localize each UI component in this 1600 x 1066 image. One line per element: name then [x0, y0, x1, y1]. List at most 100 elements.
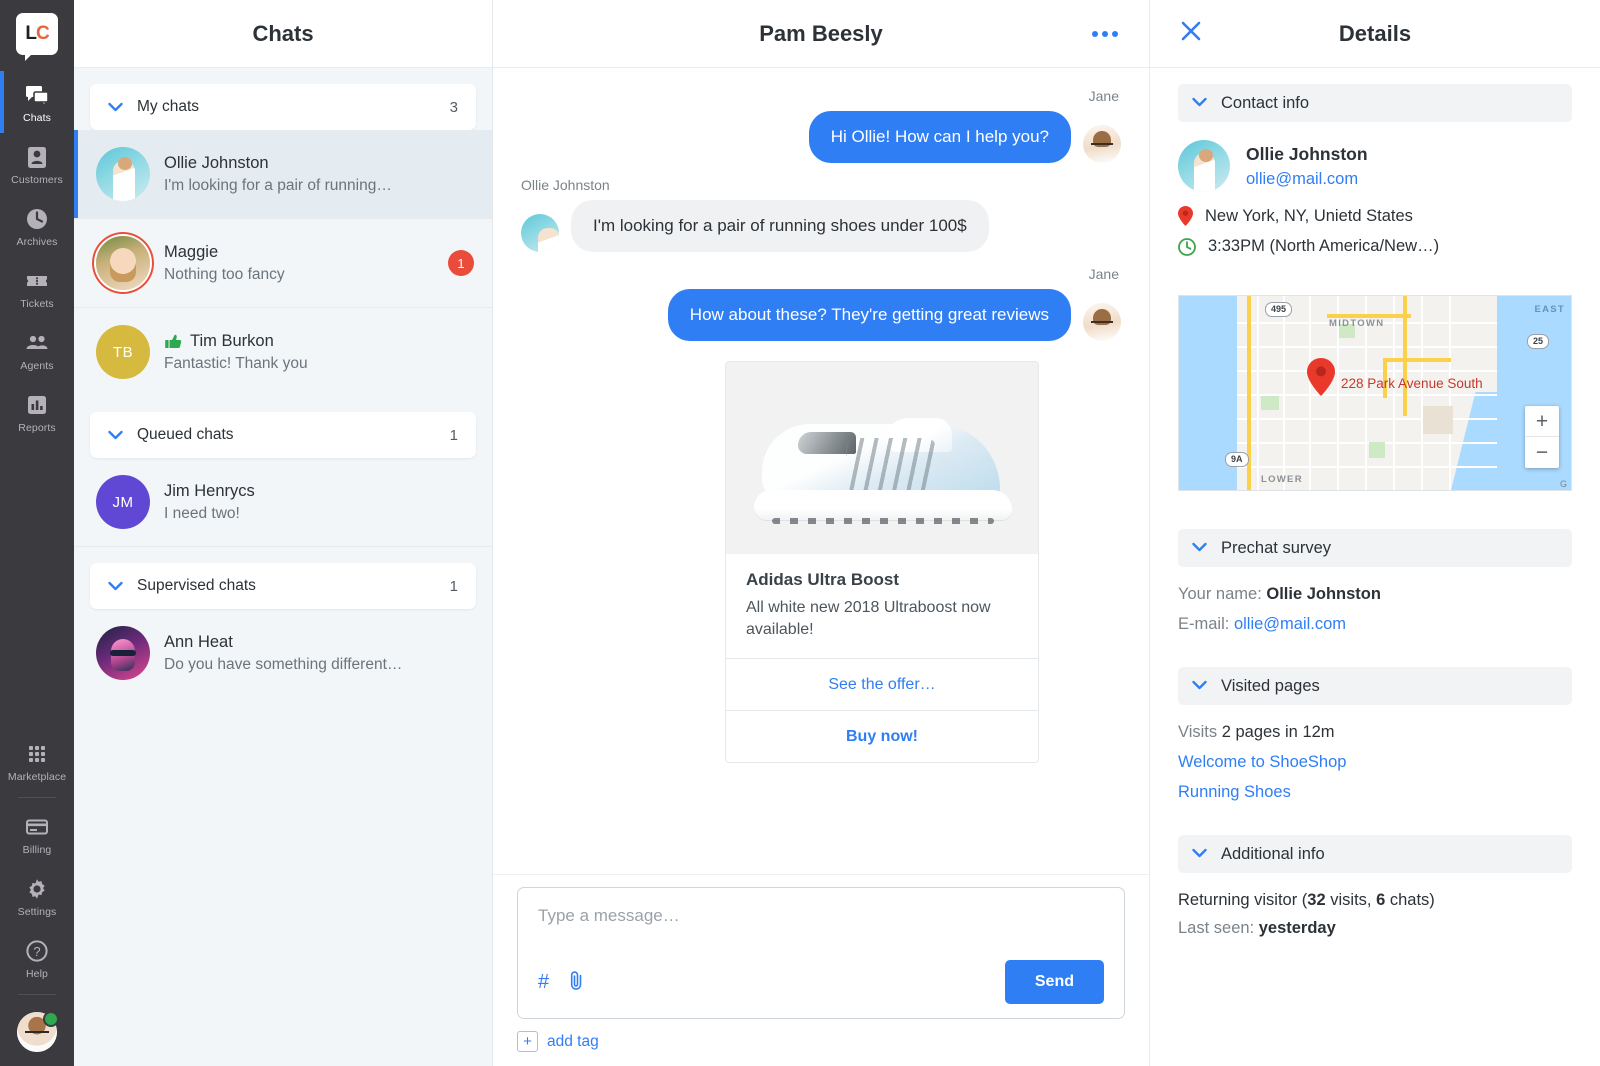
send-button[interactable]: Send	[1005, 960, 1104, 1004]
section-header-contact-info[interactable]: Contact info	[1178, 84, 1572, 122]
contact-local-time: 3:33PM (North America/New…)	[1208, 237, 1439, 256]
dot	[1112, 31, 1118, 37]
sidebar-item-customers[interactable]: Customers	[0, 133, 74, 195]
avatar	[96, 236, 150, 290]
add-tag-label[interactable]: add tag	[547, 1033, 599, 1051]
add-tag-row[interactable]: + add tag	[517, 1031, 1125, 1052]
contact-email-link[interactable]: ollie@mail.com	[1246, 170, 1368, 189]
sidebar-item-tickets[interactable]: Tickets	[0, 257, 74, 319]
last-seen-label: Last seen:	[1178, 919, 1254, 937]
message-input[interactable]: Type a message…	[538, 906, 1104, 960]
app-logo[interactable]: LC	[16, 13, 58, 55]
section-header-additional-info[interactable]: Additional info	[1178, 835, 1572, 873]
chat-item-name: Tim Burkon	[164, 332, 474, 351]
chat-list-item-ann-heat[interactable]: Ann Heat Do you have something different…	[74, 609, 492, 697]
section-header-prechat-survey[interactable]: Prechat survey	[1178, 529, 1572, 567]
current-agent-avatar[interactable]	[17, 1012, 57, 1052]
product-see-offer-link[interactable]: See the offer…	[726, 658, 1038, 710]
visited-page-link[interactable]: Running Shoes	[1178, 783, 1572, 802]
agent-status-dot	[43, 1011, 59, 1027]
section-title: Prechat survey	[1221, 539, 1331, 558]
contact-name: Ollie Johnston	[1246, 144, 1368, 165]
sidebar-label-customers: Customers	[11, 174, 63, 186]
hash-icon[interactable]: #	[538, 972, 549, 992]
avatar	[1178, 140, 1230, 192]
paperclip-icon[interactable]	[567, 970, 586, 995]
sidebar-item-marketplace[interactable]: Marketplace	[0, 730, 74, 792]
contact-info-body: Ollie Johnston ollie@mail.com New York, …	[1150, 122, 1600, 289]
chevron-down-icon	[108, 102, 123, 112]
chat-list-title: Chats	[252, 21, 313, 47]
message-row-outgoing: Jane How about these? They're getting gr…	[521, 266, 1121, 341]
chat-item-snippet: Fantastic! Thank you	[164, 355, 474, 373]
close-icon[interactable]	[1178, 18, 1208, 49]
location-map[interactable]: MIDTOWN LOWER EAST 495 9A 25 228 Park Av…	[1178, 295, 1572, 491]
message-wrap: Jane Hi Ollie! How can I help you?	[809, 88, 1121, 163]
prechat-email-value[interactable]: ollie@mail.com	[1234, 615, 1346, 633]
sidebar-item-chats[interactable]: Chats	[0, 71, 74, 133]
chat-list-body[interactable]: My chats 3 Ollie Johnston I'm looking fo…	[74, 68, 492, 1066]
livechat-app: LC Chats Customers Archive	[0, 0, 1600, 1066]
contact-identity: Ollie Johnston ollie@mail.com	[1178, 140, 1572, 192]
section-header-visited-pages[interactable]: Visited pages	[1178, 667, 1572, 705]
avatar	[96, 626, 150, 680]
chat-list-header: Chats	[74, 0, 492, 68]
chat-list-panel: Chats My chats 3 Ollie Johnston I'm look…	[74, 0, 493, 1066]
visited-page-link[interactable]: Welcome to ShoeShop	[1178, 753, 1572, 772]
chat-list-item-tim-burkon[interactable]: TB Tim Burkon Fantastic! Thank you	[74, 308, 492, 396]
sidebar-item-help[interactable]: ? Help	[0, 927, 74, 989]
composer-toolbar: # Send	[538, 960, 1104, 1004]
bubble-line: Hi Ollie! How can I help you?	[809, 111, 1121, 163]
clock-icon	[1178, 238, 1196, 256]
sidebar-item-reports[interactable]: Reports	[0, 381, 74, 443]
avatar: TB	[96, 325, 150, 379]
help-icon: ?	[24, 938, 50, 964]
map-zoom-in-button[interactable]: +	[1525, 406, 1559, 437]
details-body[interactable]: Contact info Ollie Johnston ollie@mail.c…	[1150, 68, 1600, 1066]
message-composer[interactable]: Type a message… # Send	[517, 887, 1125, 1019]
chat-item-snippet: I'm looking for a pair of running…	[164, 177, 474, 195]
group-header-my-chats[interactable]: My chats 3	[90, 84, 476, 130]
conversation-more-options-button[interactable]	[1085, 31, 1125, 37]
map-zoom-out-button[interactable]: −	[1525, 437, 1559, 468]
plus-icon[interactable]: +	[517, 1031, 538, 1052]
shoe-illustration	[754, 414, 1012, 526]
reports-icon	[24, 392, 50, 418]
group-title: Queued chats	[137, 426, 450, 444]
conversation-header: Pam Beesly	[493, 0, 1149, 68]
chat-item-name: Ollie Johnston	[164, 154, 474, 173]
chat-item-snippet: Nothing too fancy	[164, 266, 434, 284]
chat-list-item-jim-henrycs[interactable]: JM Jim Henrycs I need two!	[74, 458, 492, 547]
chevron-down-icon	[108, 581, 123, 591]
map-label-east-river: EAST	[1534, 304, 1565, 315]
visits-value: 2 pages in 12m	[1222, 723, 1335, 741]
chat-list-item-ollie-johnston[interactable]: Ollie Johnston I'm looking for a pair of…	[74, 130, 492, 219]
map-marker-icon	[1307, 358, 1335, 396]
message-row-outgoing: Jane Hi Ollie! How can I help you?	[521, 88, 1121, 163]
chevron-down-icon	[1192, 677, 1207, 695]
product-card[interactable]: Adidas Ultra Boost All white new 2018 Ul…	[725, 361, 1039, 763]
composer-area: Type a message… # Send + add tag	[493, 874, 1149, 1066]
map-zoom-controls[interactable]: + −	[1525, 406, 1559, 468]
message-wrap: Jane How about these? They're getting gr…	[668, 266, 1121, 341]
contact-time-line: 3:33PM (North America/New…)	[1178, 237, 1572, 256]
group-header-queued-chats[interactable]: Queued chats 1	[90, 412, 476, 458]
details-header: Details	[1150, 0, 1600, 68]
product-buy-now-link[interactable]: Buy now!	[726, 710, 1038, 762]
visits-word: visits,	[1326, 891, 1376, 909]
sidebar-item-agents[interactable]: Agents	[0, 319, 74, 381]
chat-list-item-maggie[interactable]: Maggie Nothing too fancy 1	[74, 219, 492, 308]
chat-item-snippet: Do you have something different…	[164, 656, 474, 674]
group-header-supervised-chats[interactable]: Supervised chats 1	[90, 563, 476, 609]
map-attribution: G	[1560, 479, 1567, 489]
sidebar-label-marketplace: Marketplace	[8, 771, 66, 783]
contact-location-line: New York, NY, Unietd States	[1178, 206, 1572, 226]
sidebar-label-tickets: Tickets	[20, 298, 54, 310]
message-list[interactable]: Jane Hi Ollie! How can I help you? Ollie…	[493, 68, 1149, 874]
sidebar-item-settings[interactable]: Settings	[0, 865, 74, 927]
sidebar-item-billing[interactable]: Billing	[0, 803, 74, 865]
chat-item-text: Jim Henrycs I need two!	[164, 482, 474, 523]
returning-visitor-line: Returning visitor (32 visits, 6 chats)	[1178, 891, 1572, 910]
group-count: 3	[450, 99, 458, 116]
sidebar-item-archives[interactable]: Archives	[0, 195, 74, 257]
